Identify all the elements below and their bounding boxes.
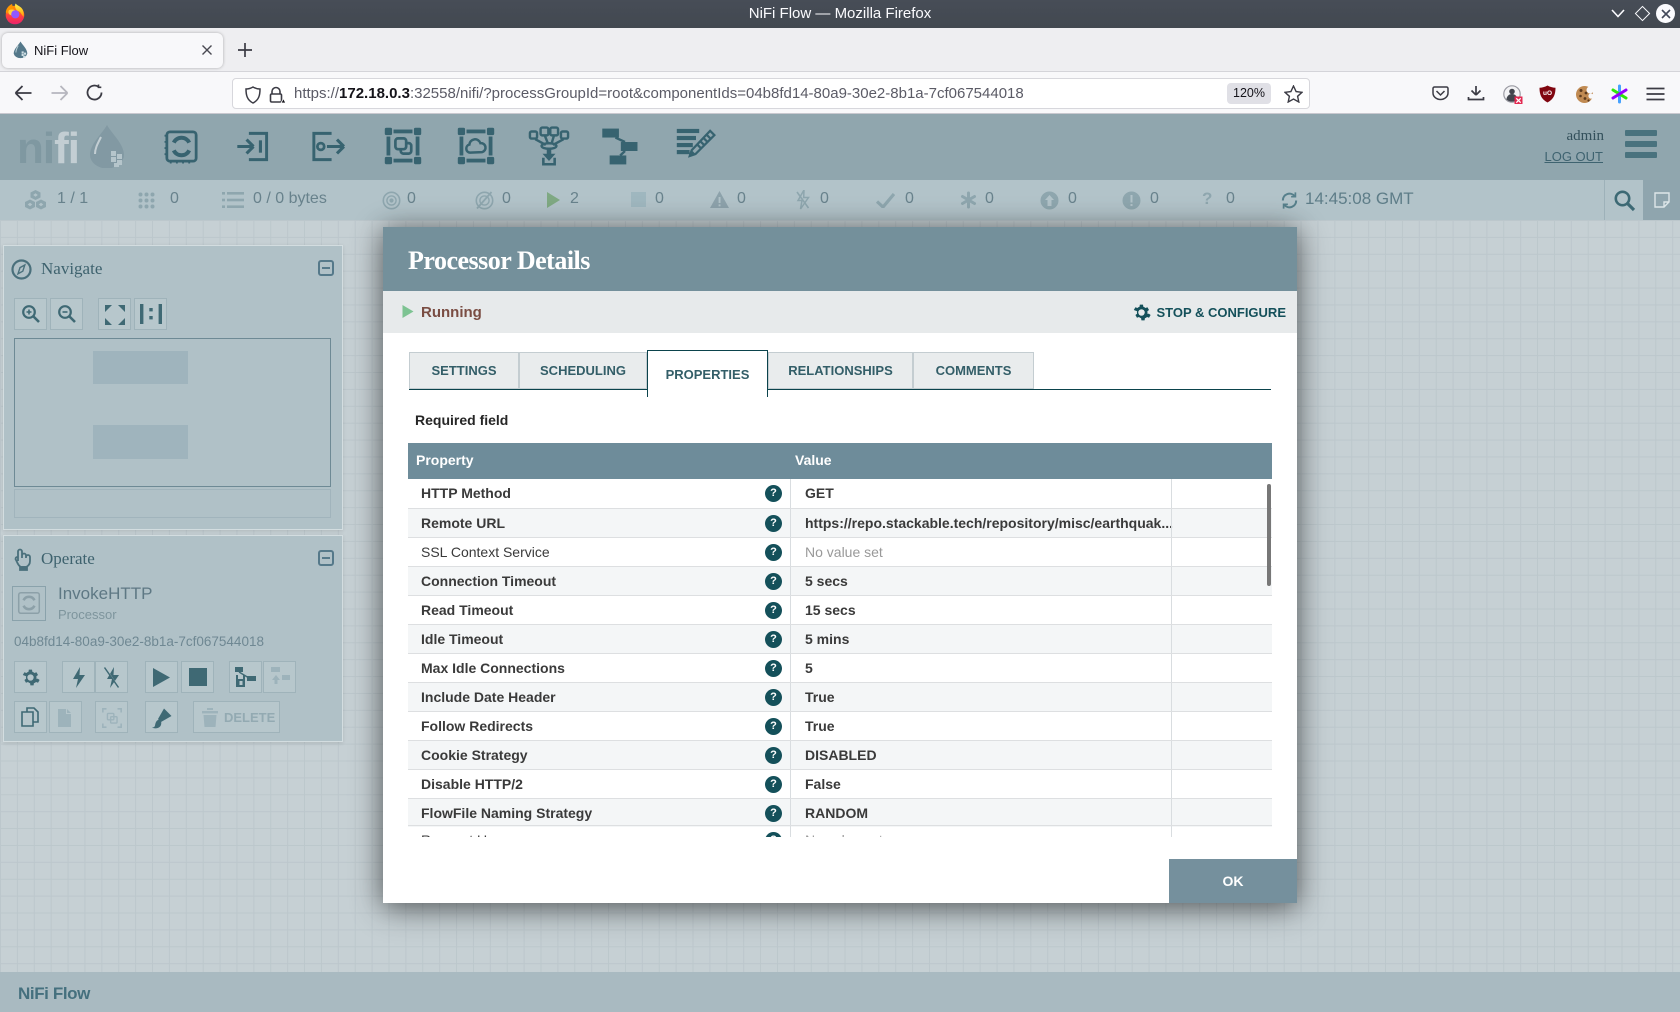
svg-text:uO: uO — [1543, 90, 1552, 97]
